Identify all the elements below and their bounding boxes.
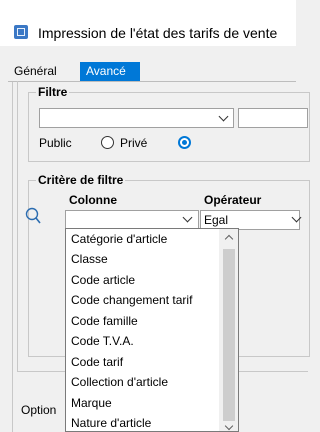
list-item[interactable]: Code article: [71, 273, 135, 287]
report-app-icon: [14, 25, 28, 39]
tab-avance[interactable]: Avancé: [80, 62, 140, 81]
options-section-label: Option: [21, 403, 57, 417]
list-item[interactable]: Marque: [71, 396, 112, 410]
colonne-select[interactable]: [65, 210, 199, 230]
operateur-header: Opérateur: [204, 193, 262, 207]
list-item[interactable]: Code tarif: [71, 355, 123, 369]
radio-public-label: Public: [39, 136, 72, 150]
filtre-field-select[interactable]: [39, 108, 234, 128]
critere-group-label: Critère de filtre: [36, 173, 126, 187]
filtre-group-label: Filtre: [36, 85, 70, 99]
dialog-left-edge: [12, 82, 13, 432]
radio-prive-label: Privé: [120, 136, 148, 150]
list-item[interactable]: Collection d'article: [71, 375, 168, 389]
window-title: Impression de l'état des tarifs de vente: [38, 25, 278, 41]
title-bar: Impression de l'état des tarifs de vente: [0, 0, 296, 46]
list-item[interactable]: Code changement tarif: [71, 293, 192, 307]
chevron-down-icon: [291, 212, 302, 223]
filtre-value-input[interactable]: [238, 108, 308, 128]
colonne-header: Colonne: [69, 193, 117, 207]
chevron-down-icon: [218, 111, 229, 122]
operateur-select-value: Egal: [204, 213, 229, 227]
list-item[interactable]: Code T.V.A.: [71, 334, 134, 348]
dropdown-scrollbar[interactable]: [219, 229, 238, 431]
list-item[interactable]: Classe: [71, 252, 108, 266]
list-item[interactable]: Nature d'article: [71, 416, 151, 430]
scroll-up-arrow-icon[interactable]: [224, 234, 234, 244]
tab-general[interactable]: Général: [12, 62, 78, 81]
chevron-down-icon: [182, 212, 193, 223]
list-item[interactable]: Catégorie d'article: [71, 232, 167, 246]
list-item[interactable]: Code famille: [71, 314, 138, 328]
colonne-dropdown-list[interactable]: Catégorie d'article Classe Code article …: [65, 228, 239, 432]
scrollbar-thumb[interactable]: [223, 249, 235, 421]
search-icon[interactable]: [25, 207, 41, 227]
operateur-select[interactable]: Egal: [200, 210, 302, 230]
radio-prive[interactable]: [101, 136, 114, 149]
radio-selected[interactable]: [178, 136, 191, 149]
scroll-down-arrow-icon[interactable]: [224, 421, 234, 431]
